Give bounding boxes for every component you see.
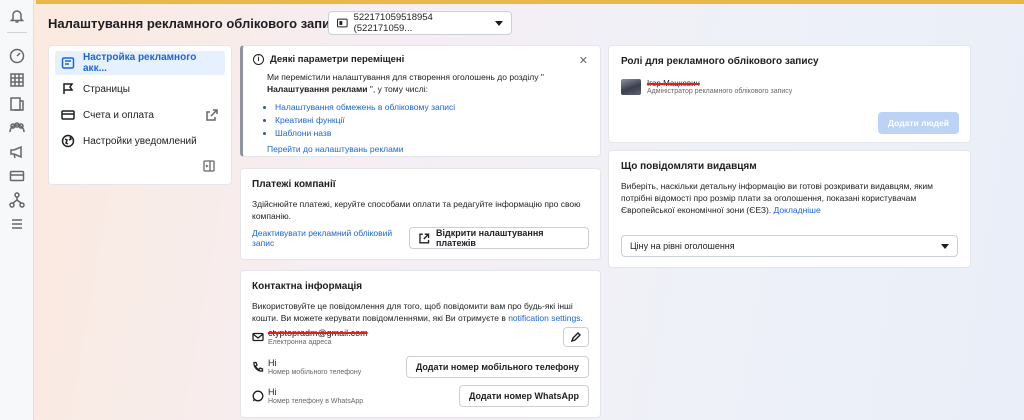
add-whatsapp-button[interactable]: Додати номер WhatsApp [458,385,589,407]
card-icon[interactable] [8,167,26,185]
chevron-down-icon [941,243,949,249]
phone-row: Hi Номер мобільного телефону Додати номе… [252,356,589,378]
roles-title: Ролі для рекламного облікового запису [621,56,819,67]
button-label: Додати номер мобільного телефону [415,362,579,372]
open-payment-settings-button[interactable]: Відкрити налаштування платежів [409,227,589,249]
bell-icon[interactable] [8,7,26,25]
link-ad-settings[interactable]: Перейти до налаштувань реклами [267,144,403,154]
nav-item-label: Настройки уведомлений [83,135,197,147]
nav-item-pages[interactable]: Страницы [55,77,225,101]
button-label: Відкрити налаштування платежів [435,228,544,248]
person-name: Ігор Мацкевич [647,79,700,88]
vendors-title: Що повідомляти видавцям [621,161,757,172]
deactivate-account-link[interactable]: Деактивувати рекламний обліковий запис [252,228,409,248]
menu-icon[interactable] [8,215,26,233]
account-selector-value: 522171059518954 (522171059... [353,12,433,34]
nav-item-billing[interactable]: Счета и оплата [55,103,225,127]
billing-icon [61,110,75,120]
whatsapp-value: Hi [268,387,277,397]
whatsapp-icon [252,390,264,402]
page-title: Налаштування рекламного облікового запис… [48,15,345,31]
page-icon [63,83,74,94]
flow-icon[interactable] [8,191,26,209]
disclosure-level-select[interactable]: Ціну на рівні оголошення [621,235,958,257]
email-value: ctyptopradm@gmail.com [268,328,368,338]
account-selector[interactable]: 522171059518954 (522171059... [328,11,512,35]
whatsapp-row: Hi Номер телефону в WhatsApp Додати номе… [252,385,589,407]
notice-title: Деякі параметри переміщені [270,54,405,65]
notice-text: Ми перемістили налаштування для створенн… [267,72,544,82]
contact-info-card: Контактна інформація Використовуйте це п… [240,270,601,418]
contact-text: Використовуйте це повідомлення для того,… [252,300,589,324]
nav-item-label: Счета и оплата [83,109,154,121]
open-external-icon [419,233,430,243]
collapse-panel-icon[interactable] [203,160,215,172]
dashboard-icon[interactable] [8,47,26,65]
notice-text-suffix: ", у тому числі: [367,84,428,94]
notice-links: Налаштування обмежень в обліковому запис… [253,101,590,140]
ad-account-icon [61,57,75,69]
payments-text: Здійснюйте платежі, керуйте способами оп… [252,199,581,221]
notice-body: Ми перемістили налаштування для створенн… [253,71,590,95]
contact-text-end: . [580,313,583,323]
nav-item-label: Настройка рекламного акк... [83,52,197,74]
email-row: ctyptopradm@gmail.com Електронна адреса [252,327,589,347]
add-mobile-number-button[interactable]: Додати номер мобільного телефону [405,356,589,378]
link-account-limits[interactable]: Налаштування обмежень в обліковому запис… [275,102,455,112]
link-name-templates[interactable]: Шаблони назв [275,128,331,138]
top-accent-strip [36,0,1024,4]
phone-value: Hi [268,358,277,368]
settings-nav: Настройка рекламного акк... Страницы Сче… [48,45,232,185]
globe-icon [61,134,75,148]
payments-title: Платежі компанії [252,179,336,190]
people-icon[interactable] [8,119,26,137]
phone-label: Номер мобільного телефону [268,369,362,376]
whatsapp-label: Номер телефону в WhatsApp [268,398,364,405]
pages-icon[interactable] [8,95,26,113]
pencil-icon [571,332,581,342]
nav-item-notifications[interactable]: Настройки уведомлений [55,129,225,153]
button-label: Додати номер WhatsApp [468,391,579,401]
notice-bold-text: Налаштування реклами [267,84,368,94]
page-header: Налаштування рекламного облікового запис… [48,11,345,35]
icon-rail [0,0,34,420]
close-icon[interactable]: ✕ [579,54,588,67]
ad-account-icon [337,18,348,28]
avatar [621,79,641,95]
person-role: Адміністратор рекламного облікового запи… [647,88,793,95]
vendors-text: Виберіть, наскільки детальну інформацію … [621,180,958,216]
chevron-down-icon [495,20,503,26]
email-label: Електронна адреса [268,339,332,346]
edit-email-button[interactable] [563,327,589,347]
add-people-button[interactable]: Додати людей [877,112,959,134]
learn-more-link[interactable]: Докладніше [774,205,821,215]
contact-title: Контактна інформація [252,281,363,292]
company-payments-card: Платежі компанії Здійснюйте платежі, кер… [240,168,601,260]
info-icon: i [253,54,264,65]
table-icon[interactable] [8,71,26,89]
moved-settings-notice: i Деякі параметри переміщені ✕ Ми перемі… [240,45,601,157]
role-row: Ігор Мацкевич Адміністратор рекламного о… [621,79,958,95]
external-link-icon [206,109,218,121]
select-value: Ціну на рівні оголошення [630,241,735,251]
rail-divider [7,32,27,33]
megaphone-icon[interactable] [8,143,26,161]
account-roles-card: Ролі для рекламного облікового запису Іг… [608,45,971,143]
nav-item-ad-account[interactable]: Настройка рекламного акк... [55,51,225,75]
nav-item-label: Страницы [83,83,130,95]
publisher-disclosure-card: Що повідомляти видавцям Виберіть, наскіл… [608,150,971,268]
notification-settings-link[interactable]: notification settings [508,313,580,323]
link-creative-features[interactable]: Креативні функції [275,115,345,125]
mail-icon [252,331,264,343]
phone-icon [252,361,264,373]
